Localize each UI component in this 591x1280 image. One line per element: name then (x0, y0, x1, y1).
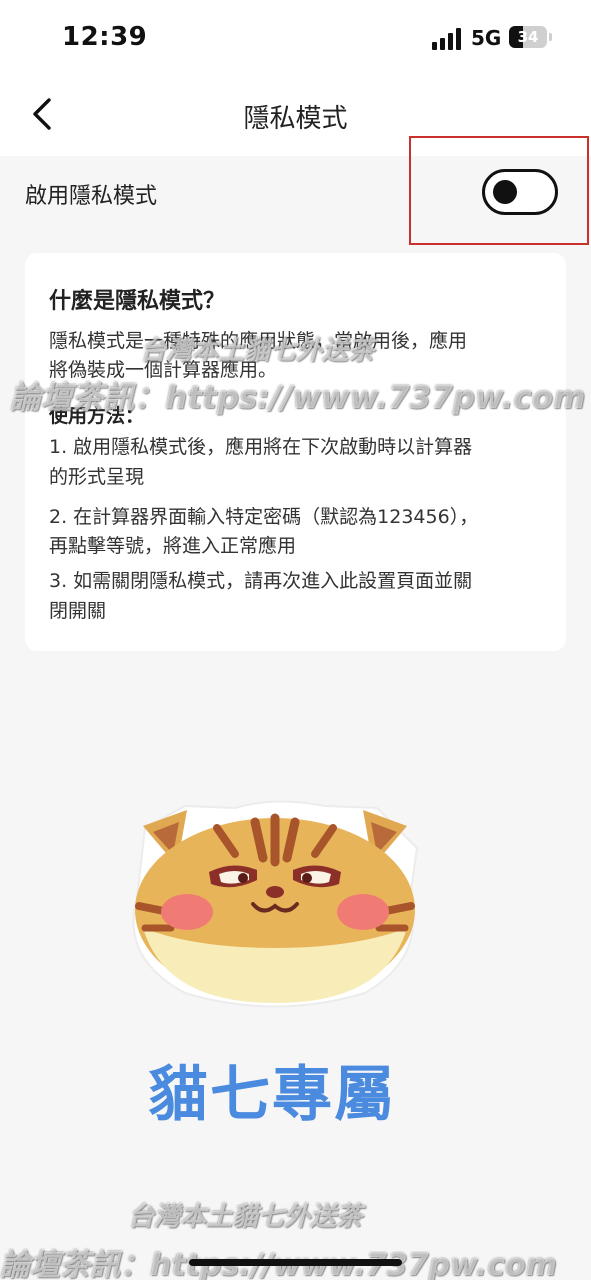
usage-step-line: 的形式呈現 (49, 466, 145, 488)
info-title: 什麼是隱私模式？ (49, 289, 226, 314)
brand-text: 貓七專屬 (148, 1060, 396, 1130)
highlight-annotation-box (409, 136, 589, 245)
status-time: 12:39 (62, 22, 148, 52)
battery-tip (549, 33, 552, 41)
usage-step-line: 2. 在計算器界面輸入特定密碼（默認為123456）， (49, 506, 479, 528)
privacy-mode-label: 啟用隱私模式 (25, 184, 158, 209)
home-indicator[interactable] (189, 1259, 402, 1266)
usage-step-line: 1. 啟用隱私模式後，應用將在下次啟動時以計算器 (49, 436, 473, 458)
privacy-mode-screen: 12:39 5G 34 隱私模式 啟用隱私模式 什麼是隱私模式？ 隱私模式是一種… (0, 0, 591, 1280)
page-title: 隱私模式 (243, 104, 348, 134)
watermark-text: 台灣本土貓七外送茶 (128, 1202, 363, 1232)
info-card: 什麼是隱私模式？ 隱私模式是一種特殊的應用狀態，當啟用後，應用 將偽裝成一個計算… (25, 253, 566, 651)
watermark-text: 台灣本土貓七外送茶 (140, 336, 375, 366)
status-bar: 12:39 5G 34 (0, 0, 591, 78)
battery-icon: 34 (509, 26, 547, 48)
tabby-cat-face-icon (132, 800, 419, 1008)
usage-step-line: 3. 如需關閉隱私模式，請再次進入此設置頁面並關 (49, 570, 473, 592)
usage-step-line: 閉開關 (49, 600, 107, 622)
watermark-text: 論壇茶訊：https://www.737pw.com (10, 380, 586, 416)
usage-step-line: 再點擊等號，將進入正常應用 (49, 535, 297, 557)
network-type: 5G (471, 26, 502, 50)
signal-strength-icon (432, 28, 464, 50)
battery-level: 34 (517, 28, 539, 46)
